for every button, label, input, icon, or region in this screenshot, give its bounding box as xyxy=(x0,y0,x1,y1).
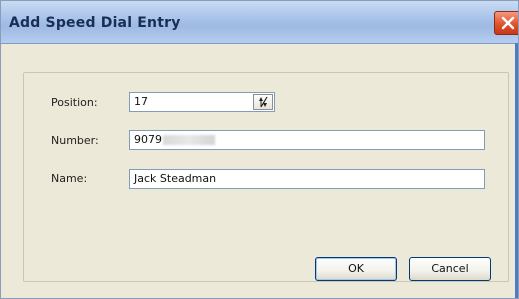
position-label: Position: xyxy=(51,96,98,109)
dialog-body: Position: 17 Number: 9079 Name: Jack Ste… xyxy=(1,44,518,298)
number-value: 9079 xyxy=(134,133,162,146)
window-frame-edge xyxy=(515,43,518,298)
name-label: Name: xyxy=(51,172,88,185)
redacted-digits xyxy=(163,135,215,145)
dialog-title: Add Speed Dial Entry xyxy=(9,15,181,31)
position-value: 17 xyxy=(134,95,148,108)
position-spin-button[interactable] xyxy=(253,94,273,110)
position-spinner[interactable]: 17 xyxy=(129,92,275,112)
dialog-window: Add Speed Dial Entry Position: 17 Number… xyxy=(0,0,519,299)
ok-button[interactable]: OK xyxy=(315,257,397,281)
name-value: Jack Steadman xyxy=(134,172,217,185)
title-bar[interactable]: Add Speed Dial Entry xyxy=(1,1,518,44)
cancel-button[interactable]: Cancel xyxy=(409,257,491,281)
close-icon xyxy=(501,16,515,30)
number-field[interactable]: 9079 xyxy=(129,130,485,150)
number-label: Number: xyxy=(51,134,99,147)
spin-updown-icon xyxy=(259,96,268,108)
name-field[interactable]: Jack Steadman xyxy=(129,169,485,189)
close-button[interactable] xyxy=(494,11,518,35)
